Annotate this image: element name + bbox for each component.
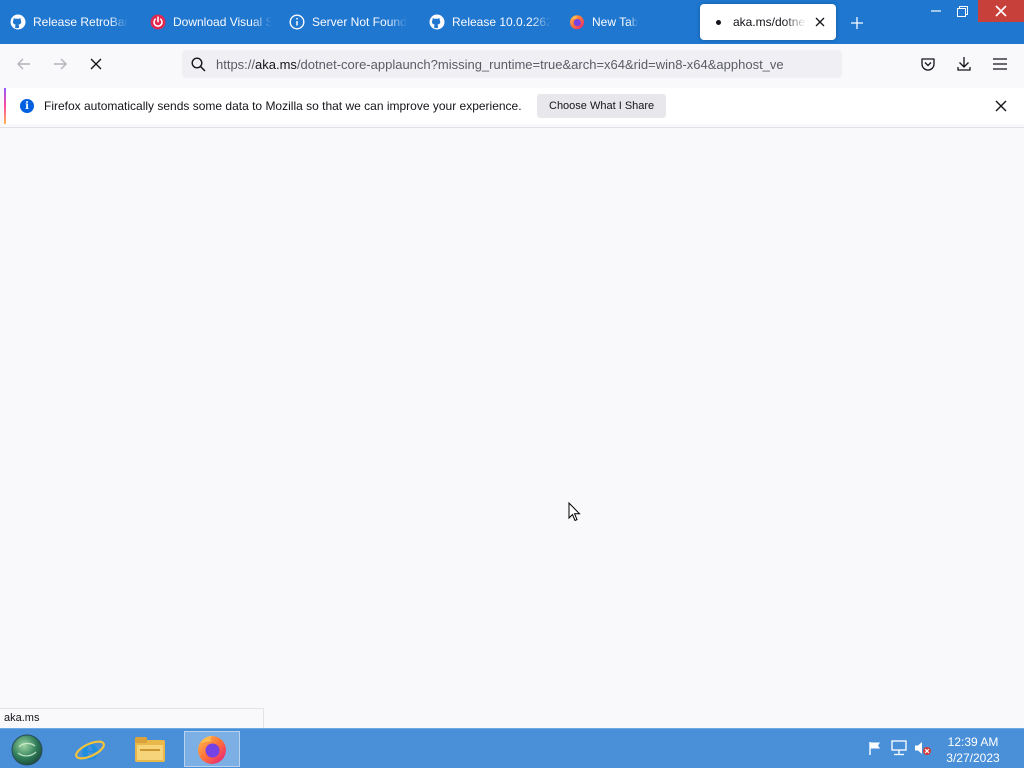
status-panel: aka.ms <box>0 708 264 728</box>
tab-release-10[interactable]: Release 10.0.22621 <box>419 4 559 40</box>
close-tab-icon[interactable] <box>812 14 828 30</box>
url-bar[interactable]: https://aka.ms/dotnet-core-applaunch?mis… <box>182 50 842 78</box>
clock-time: 12:39 AM <box>947 735 999 749</box>
choose-what-i-share-button[interactable]: Choose What I Share <box>537 94 667 118</box>
tab-label: New Tab <box>592 15 639 29</box>
restore-icon <box>956 5 968 17</box>
notification-message: Firefox automatically sends some data to… <box>44 99 522 113</box>
close-notification-button[interactable] <box>992 97 1010 115</box>
forward-button[interactable] <box>48 52 72 76</box>
github-icon <box>429 14 445 30</box>
close-icon <box>995 100 1007 112</box>
back-arrow-icon <box>17 58 30 70</box>
taskbar-internet-explorer[interactable]: e <box>62 731 118 767</box>
downloads-button[interactable] <box>952 52 976 76</box>
tab-label: Release RetroBar <box>33 15 129 29</box>
firefox-icon <box>569 14 585 30</box>
windows-taskbar: e 12:39 AM 3/27/2023 <box>0 728 1024 768</box>
url-path: /dotnet-core-applaunch?missing_runtime=t… <box>296 56 784 72</box>
download-icon <box>957 57 971 71</box>
internet-explorer-icon: e <box>75 733 105 765</box>
stop-icon <box>90 58 102 70</box>
minimize-icon <box>931 10 941 12</box>
close-icon <box>995 5 1007 17</box>
page-content[interactable] <box>0 128 1024 728</box>
restore-button[interactable] <box>950 0 974 22</box>
button-label: Choose What I Share <box>549 100 655 112</box>
pocket-icon <box>921 58 935 71</box>
status-text: aka.ms <box>4 712 40 724</box>
menu-button[interactable] <box>988 52 1012 76</box>
github-icon <box>10 14 26 30</box>
minimize-button[interactable] <box>924 0 948 22</box>
mouse-cursor-icon <box>568 501 581 525</box>
taskbar-clock[interactable]: 12:39 AM 3/27/2023 <box>934 734 1012 766</box>
network-icon[interactable] <box>890 739 908 757</box>
back-button[interactable] <box>12 52 36 76</box>
start-orb-icon <box>11 734 43 766</box>
taskbar-file-explorer[interactable] <box>122 731 178 767</box>
folder-icon <box>135 737 165 762</box>
loading-dot-icon <box>710 14 726 30</box>
tab-server-not-found[interactable]: Server Not Found <box>279 4 419 40</box>
tab-label: Server Not Found <box>312 15 407 29</box>
tab-download-visual-studio[interactable]: Download Visual Studio <box>140 4 280 40</box>
action-center-flag-icon[interactable] <box>866 739 884 757</box>
start-button[interactable] <box>8 733 46 767</box>
url-text[interactable]: https://aka.ms/dotnet-core-applaunch?mis… <box>216 57 836 72</box>
tab-label: aka.ms/dotnet-core-applaunch <box>733 15 806 29</box>
telemetry-notification-bar: i Firefox automatically sends some data … <box>4 88 1024 124</box>
pocket-button[interactable] <box>916 52 940 76</box>
volume-muted-icon[interactable] <box>914 739 932 757</box>
firefox-icon <box>198 736 226 764</box>
url-host: aka.ms <box>255 56 297 72</box>
tab-aka-ms-active[interactable]: aka.ms/dotnet-core-applaunch <box>700 4 836 40</box>
tab-label: Download Visual Studio <box>173 15 272 29</box>
tab-new-tab[interactable]: New Tab <box>559 4 699 40</box>
hamburger-menu-icon <box>993 58 1007 70</box>
stop-button[interactable] <box>84 52 108 76</box>
info-icon: i <box>20 99 34 113</box>
url-scheme: https:// <box>216 56 256 72</box>
plus-icon <box>851 17 863 29</box>
tab-strip: Release RetroBar Download Visual Studio … <box>0 0 1024 44</box>
power-icon <box>150 14 166 30</box>
new-tab-button[interactable] <box>846 12 868 34</box>
info-icon <box>289 14 305 30</box>
close-window-button[interactable] <box>978 0 1024 22</box>
tab-release-retrobar[interactable]: Release RetroBar <box>0 4 140 40</box>
svg-text:e: e <box>81 733 99 765</box>
forward-arrow-icon <box>54 58 67 70</box>
search-icon <box>190 56 206 72</box>
tab-label: Release 10.0.22621 <box>452 15 551 29</box>
taskbar-firefox[interactable] <box>184 731 240 767</box>
clock-date: 3/27/2023 <box>946 751 1000 765</box>
